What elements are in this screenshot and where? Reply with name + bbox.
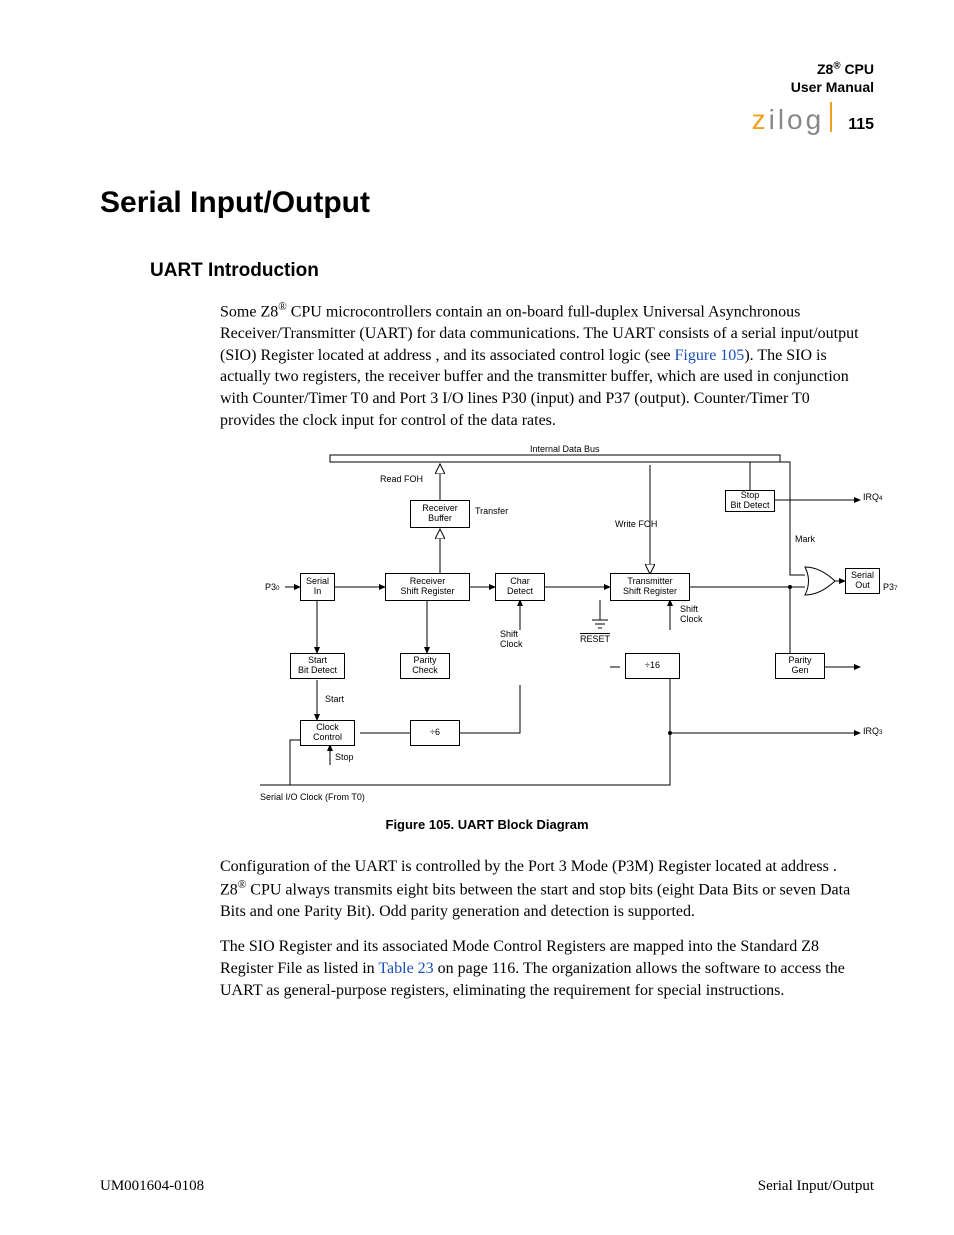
logo-rest: ilog [769,104,825,135]
box-start-bit-detect: StartBit Detect [290,653,345,679]
label-mark: Mark [795,535,815,545]
label-shift-clock-1: ShiftClock [500,630,523,650]
label-irq3: IRQ3 [863,727,883,737]
box-clock-control: ClockControl [300,720,355,746]
intro-paragraph-3: The SIO Register and its associated Mode… [220,936,864,1001]
cpu-label: CPU [844,61,874,77]
page-number: 115 [848,116,874,134]
text: Some Z8 [220,304,278,321]
box-receiver-shift: ReceiverShift Register [385,573,470,601]
text: CPU always transmits eight bits between … [220,881,850,920]
label-reset: RESET [580,635,610,645]
label-p37: P37 [883,583,898,593]
box-serial-out: SerialOut [845,568,880,594]
uart-block-diagram: Internal Data Bus Read FOH ReceiverBuffe… [230,445,880,805]
figure-link[interactable]: Figure 105 [675,347,745,364]
label-sio-clock: Serial I/O Clock (From T0) [260,793,365,803]
logo-row: zilog 115 [100,104,874,136]
label-internal-bus: Internal Data Bus [530,445,600,455]
zilog-logo: zilog [752,104,825,136]
label-irq4: IRQ4 [863,493,883,503]
section-heading: UART Introduction [150,260,874,282]
box-serial-in: SerialIn [300,573,335,601]
label-start: Start [325,695,344,705]
logo-z: z [752,104,769,135]
footer-doc-id: UM001604-0108 [100,1178,204,1195]
box-receiver-buffer: ReceiverBuffer [410,500,470,528]
header-title: Z8® CPU User Manual [100,60,874,96]
box-char-detect: CharDetect [495,573,545,601]
box-transmitter-shift: TransmitterShift Register [610,573,690,601]
label-p30: P30 [265,583,280,593]
page-title: Serial Input/Output [100,186,874,220]
footer-section: Serial Input/Output [758,1178,874,1195]
reg-mark: ® [238,879,247,891]
manual-label: User Manual [791,79,874,95]
box-stop-bit-detect: StopBit Detect [725,490,775,512]
diagram-wires [230,445,880,805]
intro-paragraph-2: Configuration of the UART is controlled … [220,856,864,922]
product-name: Z8 [817,61,833,77]
box-div6: ÷6 [410,720,460,746]
figure-caption: Figure 105. UART Block Diagram [100,817,874,832]
reg-mark: ® [833,60,840,71]
box-parity-check: ParityCheck [400,653,450,679]
label-read-foh: Read FOH [380,475,423,485]
page-footer: UM001604-0108 Serial Input/Output [100,1178,874,1195]
box-parity-gen: ParityGen [775,653,825,679]
label-shift-clock-2: ShiftClock [680,605,703,625]
label-write-foh: Write FOH [615,520,657,530]
table-link[interactable]: Table 23 [378,960,433,977]
reg-mark: ® [278,301,287,313]
intro-paragraph-1: Some Z8® CPU microcontrollers contain an… [220,300,864,431]
box-div16: ÷16 [625,653,680,679]
page-header: Z8® CPU User Manual [100,60,874,96]
label-transfer: Transfer [475,507,508,517]
label-stop: Stop [335,753,354,763]
